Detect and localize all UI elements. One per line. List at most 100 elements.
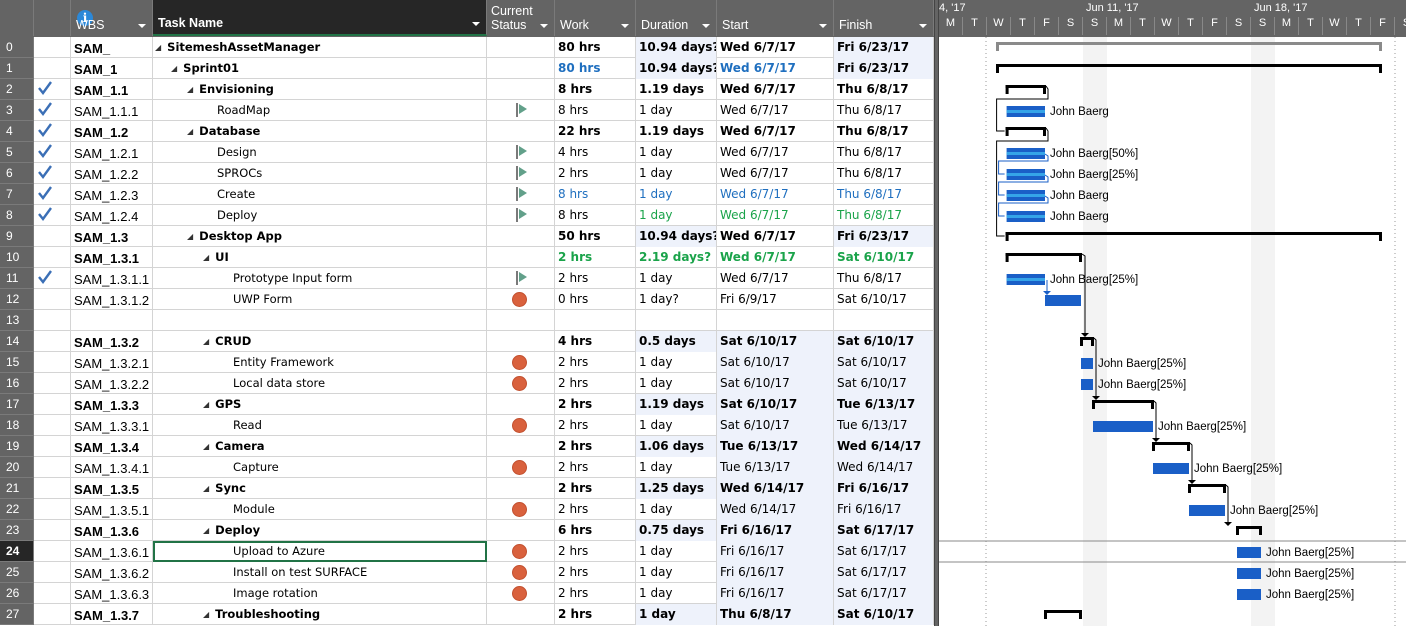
row-number[interactable]: 0 — [0, 37, 34, 58]
table-row[interactable]: 16 SAM_1.3.2.2 Local data store 2 hrs 1 day S… — [0, 373, 934, 394]
work-cell[interactable]: 2 hrs — [555, 373, 636, 394]
task-name-cell[interactable]: RoadMap — [153, 100, 487, 121]
finish-cell[interactable]: Thu 6/8/17 — [834, 268, 934, 289]
duration-cell[interactable]: 2.19 days? — [636, 247, 717, 268]
indicator-cell[interactable] — [34, 184, 71, 205]
wbs-cell[interactable]: SAM_1.3.6.2 — [71, 562, 153, 583]
indicator-cell[interactable] — [34, 436, 71, 457]
collapse-triangle-icon[interactable]: ◢ — [187, 79, 193, 100]
work-cell[interactable]: 80 hrs — [555, 37, 636, 58]
chevron-down-icon[interactable] — [621, 24, 629, 28]
start-cell[interactable]: Wed 6/7/17 — [717, 268, 834, 289]
start-cell[interactable]: Thu 6/8/17 — [717, 604, 834, 625]
table-row[interactable]: 5 SAM_1.2.1 Design 4 hrs 1 day Wed 6/7/17 Thu … — [0, 142, 934, 163]
task-name-cell[interactable]: ◢ Deploy — [153, 520, 487, 541]
row-number[interactable]: 7 — [0, 184, 34, 205]
current-status-cell[interactable] — [487, 352, 555, 373]
duration-cell[interactable]: 1 day — [636, 352, 717, 373]
finish-cell[interactable]: Fri 6/23/17 — [834, 58, 934, 79]
start-cell[interactable]: Wed 6/7/17 — [717, 247, 834, 268]
start-cell[interactable]: Sat 6/10/17 — [717, 394, 834, 415]
wbs-cell[interactable]: SAM_1.2.1 — [71, 142, 153, 163]
collapse-triangle-icon[interactable]: ◢ — [203, 604, 209, 625]
duration-cell[interactable]: 1 day — [636, 142, 717, 163]
row-number[interactable]: 26 — [0, 583, 34, 604]
task-name-cell[interactable]: Entity Framework — [153, 352, 487, 373]
row-number[interactable]: 3 — [0, 100, 34, 121]
task-name-cell[interactable]: ◢ Sprint01 — [153, 58, 487, 79]
wbs-cell[interactable]: SAM_1.3.5 — [71, 478, 153, 499]
row-number[interactable]: 8 — [0, 205, 34, 226]
row-number[interactable]: 12 — [0, 289, 34, 310]
row-number[interactable]: 9 — [0, 226, 34, 247]
wbs-cell[interactable]: SAM_1 — [71, 58, 153, 79]
current-status-cell[interactable] — [487, 79, 555, 100]
finish-cell[interactable]: Wed 6/14/17 — [834, 457, 934, 478]
row-number[interactable]: 22 — [0, 499, 34, 520]
task-name-column-header[interactable]: Task Name — [153, 0, 487, 36]
start-cell[interactable]: Wed 6/7/17 — [717, 121, 834, 142]
indicator-cell[interactable] — [34, 163, 71, 184]
wbs-cell[interactable]: SAM_1.2.3 — [71, 184, 153, 205]
row-number[interactable]: 13 — [0, 310, 34, 331]
task-name-cell[interactable]: ◢ UI — [153, 247, 487, 268]
indicator-cell[interactable] — [34, 100, 71, 121]
start-cell[interactable]: Fri 6/16/17 — [717, 541, 834, 562]
finish-cell[interactable]: Sat 6/17/17 — [834, 520, 934, 541]
table-row[interactable]: 14 SAM_1.3.2 ◢ CRUD 4 hrs 0.5 days Sat 6/10/17… — [0, 331, 934, 352]
current-status-cell[interactable] — [487, 499, 555, 520]
work-cell[interactable]: 2 hrs — [555, 583, 636, 604]
finish-cell[interactable]: Thu 6/8/17 — [834, 100, 934, 121]
chevron-down-icon[interactable] — [472, 22, 480, 26]
wbs-cell[interactable]: SAM_1.3.6 — [71, 520, 153, 541]
start-cell[interactable]: Sat 6/10/17 — [717, 415, 834, 436]
task-name-cell[interactable]: ◢ Sync — [153, 478, 487, 499]
indicator-cell[interactable] — [34, 268, 71, 289]
start-cell[interactable]: Sat 6/10/17 — [717, 352, 834, 373]
collapse-triangle-icon[interactable]: ◢ — [203, 436, 209, 457]
duration-cell[interactable]: 1.06 days — [636, 436, 717, 457]
indicator-cell[interactable] — [34, 394, 71, 415]
duration-cell[interactable]: 1 day — [636, 205, 717, 226]
start-cell[interactable]: Fri 6/16/17 — [717, 520, 834, 541]
task-name-cell[interactable]: Local data store — [153, 373, 487, 394]
current-status-cell[interactable] — [487, 100, 555, 121]
finish-cell[interactable]: Fri 6/16/17 — [834, 499, 934, 520]
duration-cell[interactable]: 1 day — [636, 457, 717, 478]
finish-cell[interactable]: Fri 6/23/17 — [834, 37, 934, 58]
indicator-cell[interactable] — [34, 205, 71, 226]
duration-cell[interactable]: 1 day — [636, 583, 717, 604]
chevron-down-icon[interactable] — [819, 24, 827, 28]
collapse-triangle-icon[interactable]: ◢ — [203, 520, 209, 541]
current-status-cell[interactable] — [487, 58, 555, 79]
duration-cell[interactable]: 10.94 days? — [636, 58, 717, 79]
start-cell[interactable]: Sat 6/10/17 — [717, 331, 834, 352]
row-number[interactable]: 23 — [0, 520, 34, 541]
start-cell[interactable]: Wed 6/7/17 — [717, 163, 834, 184]
table-row[interactable]: 7 SAM_1.2.3 Create 8 hrs 1 day Wed 6/7/17 Thu … — [0, 184, 934, 205]
finish-cell[interactable]: Sat 6/17/17 — [834, 583, 934, 604]
indicator-cell[interactable] — [34, 541, 71, 562]
start-cell[interactable]: Wed 6/7/17 — [717, 205, 834, 226]
finish-cell[interactable]: Sat 6/17/17 — [834, 562, 934, 583]
table-row[interactable]: 23 SAM_1.3.6 ◢ Deploy 6 hrs 0.75 days Fri 6/16… — [0, 520, 934, 541]
row-number[interactable]: 18 — [0, 415, 34, 436]
start-cell[interactable]: Wed 6/7/17 — [717, 79, 834, 100]
table-row[interactable]: 24 SAM_1.3.6.1 Upload to Azure 2 hrs 1 day Fr… — [0, 541, 934, 562]
duration-cell[interactable]: 1.19 days — [636, 121, 717, 142]
task-name-cell[interactable]: ◢ GPS — [153, 394, 487, 415]
finish-cell[interactable]: Thu 6/8/17 — [834, 142, 934, 163]
table-row[interactable]: 11 SAM_1.3.1.1 Prototype Input form 2 hrs 1 … — [0, 268, 934, 289]
chevron-down-icon[interactable] — [702, 24, 710, 28]
start-cell[interactable]: Tue 6/13/17 — [717, 436, 834, 457]
current-status-cell[interactable] — [487, 394, 555, 415]
current-status-cell[interactable] — [487, 37, 555, 58]
finish-cell[interactable]: Sat 6/17/17 — [834, 541, 934, 562]
wbs-cell[interactable]: SAM_1.3.7 — [71, 604, 153, 625]
wbs-cell[interactable]: SAM_1.3.5.1 — [71, 499, 153, 520]
current-status-cell[interactable] — [487, 415, 555, 436]
indicator-cell[interactable] — [34, 604, 71, 625]
current-status-cell[interactable] — [487, 457, 555, 478]
indicator-cell[interactable] — [34, 520, 71, 541]
work-cell[interactable]: 22 hrs — [555, 121, 636, 142]
